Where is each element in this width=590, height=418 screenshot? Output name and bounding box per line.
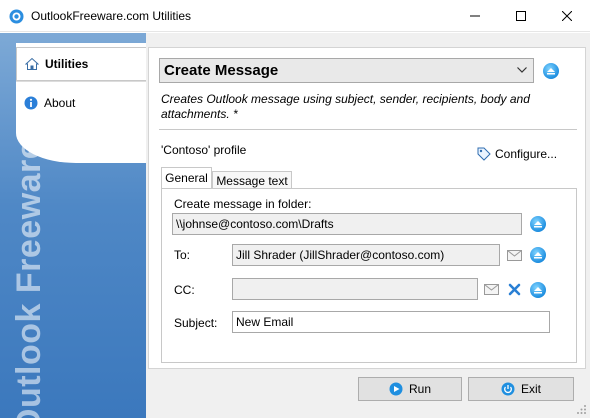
eject-icon <box>547 68 555 75</box>
exit-button[interactable]: Exit <box>468 377 574 401</box>
info-icon <box>24 96 38 110</box>
minimize-button[interactable] <box>452 0 498 32</box>
configure-link[interactable]: Configure... <box>477 147 557 161</box>
delete-icon[interactable] <box>508 283 521 296</box>
to-label: To: <box>174 248 191 262</box>
profile-label: 'Contoso' profile <box>161 143 247 157</box>
tab-general[interactable]: General <box>161 167 212 188</box>
divider <box>159 129 577 130</box>
sidebar-item-label: About <box>44 96 76 110</box>
cc-browse-button[interactable] <box>530 282 546 298</box>
minimize-icon <box>470 15 480 17</box>
main-area: Create Message Creates Outlook message u… <box>146 33 590 418</box>
power-icon <box>501 382 515 396</box>
play-icon <box>389 382 403 396</box>
envelope-icon[interactable] <box>507 250 522 261</box>
sidebar-item-about[interactable]: About <box>16 86 146 120</box>
maximize-button[interactable] <box>498 0 544 32</box>
configure-label: Configure... <box>495 147 558 161</box>
window-title: OutlookFreeware.com Utilities <box>31 9 192 23</box>
to-browse-button[interactable] <box>530 247 546 263</box>
to-field[interactable]: Jill Shrader (JillShrader@contoso.com) <box>232 244 500 266</box>
sidebar-divider <box>16 81 146 82</box>
envelope-icon[interactable] <box>484 284 499 295</box>
subject-label: Subject: <box>174 316 218 330</box>
sidebar-item-label: Utilities <box>45 57 89 71</box>
action-select[interactable]: Create Message <box>159 58 534 83</box>
maximize-icon <box>516 11 526 21</box>
app-icon <box>9 9 24 24</box>
sidebar-item-utilities[interactable]: Utilities <box>16 47 146 81</box>
action-description: Creates Outlook message using subject, s… <box>161 92 530 121</box>
exit-label: Exit <box>520 382 541 396</box>
chevron-down-icon <box>517 67 527 73</box>
resize-grip-icon[interactable] <box>577 405 587 415</box>
tag-icon <box>477 147 491 161</box>
folder-browse-button[interactable] <box>530 216 546 232</box>
home-icon <box>25 57 39 71</box>
run-label: Run <box>408 382 431 396</box>
action-select-value: Create Message <box>164 62 279 79</box>
sidebar: Outlook Freeware .com Utilities About <box>0 33 146 418</box>
eject-icon <box>534 252 542 259</box>
cc-label: CC: <box>174 283 195 297</box>
folder-field[interactable]: \\johnse@contoso.com\Drafts <box>172 213 522 235</box>
cc-field[interactable] <box>232 278 478 300</box>
folder-label: Create message in folder: <box>174 197 312 211</box>
run-button[interactable]: Run <box>358 377 462 401</box>
title-bar: OutlookFreeware.com Utilities <box>0 0 590 32</box>
utility-panel: Create Message Creates Outlook message u… <box>148 47 586 369</box>
general-tab-panel: Create message in folder: \\johnse@conto… <box>161 188 577 363</box>
close-button[interactable] <box>544 0 590 32</box>
close-icon <box>562 11 572 21</box>
eject-icon <box>534 287 542 294</box>
subject-field[interactable]: New Email <box>232 311 550 333</box>
collapse-button[interactable] <box>543 63 559 79</box>
eject-icon <box>534 221 542 228</box>
